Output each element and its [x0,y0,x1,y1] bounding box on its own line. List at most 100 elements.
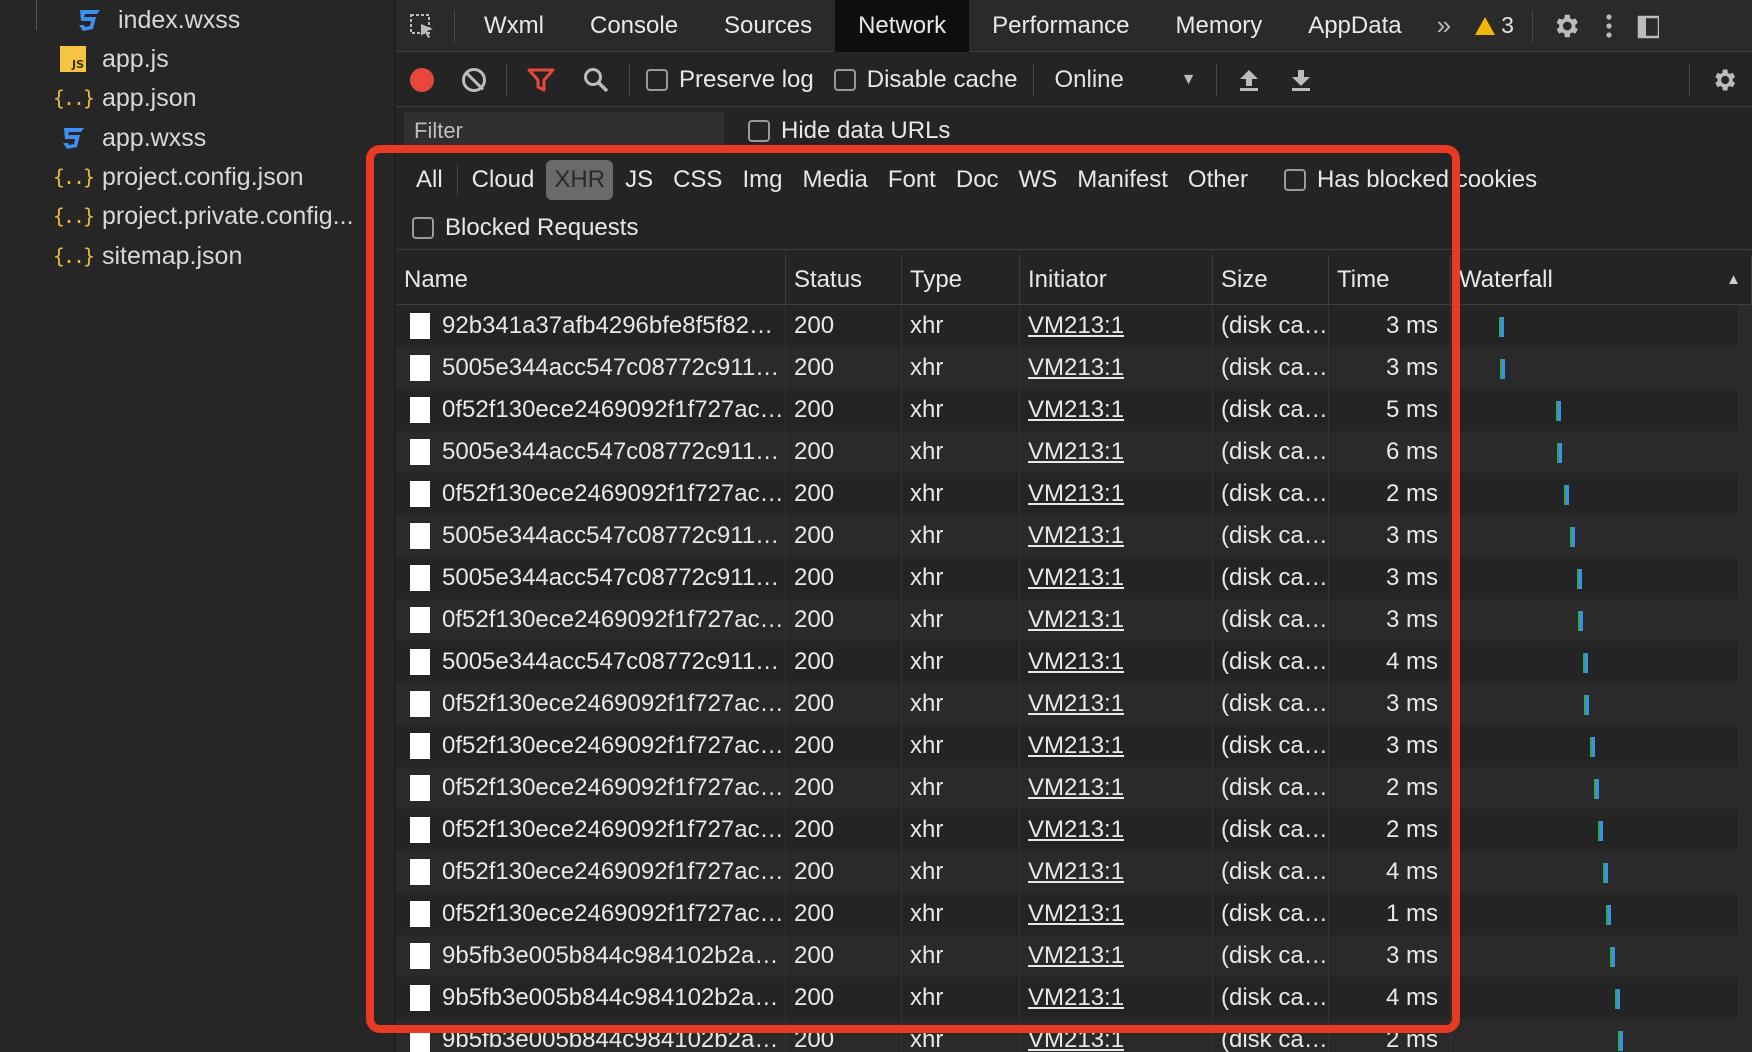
cell-initiator[interactable]: VM213:1 [1020,557,1213,599]
table-row[interactable]: 5005e344acc547c08772c91126… 200 xhr VM213:1… [396,515,1752,557]
filter-type-js[interactable]: JS [617,160,661,200]
filter-type-font[interactable]: Font [880,160,944,200]
hide-data-urls-checkbox[interactable]: Hide data URLs [738,117,960,145]
cell-initiator[interactable]: VM213:1 [1020,767,1213,809]
initiator-link[interactable]: VM213:1 [1028,858,1124,886]
has-blocked-cookies-checkbox[interactable]: Has blocked cookies [1274,166,1547,194]
column-header-time[interactable]: Time [1329,255,1451,304]
cell-initiator[interactable]: VM213:1 [1020,305,1213,347]
initiator-link[interactable]: VM213:1 [1028,522,1124,550]
table-row[interactable]: 5005e344acc547c08772c91126… 200 xhr VM213:1… [396,347,1752,389]
inspect-element-button[interactable] [396,0,448,52]
tab-sources[interactable]: Sources [701,0,835,52]
file-tree-item[interactable]: {..} project.private.config... [53,196,354,236]
table-row[interactable]: 5005e344acc547c08772c91126… 200 xhr VM213:1… [396,557,1752,599]
settings-button[interactable] [1539,0,1593,52]
file-tree-item[interactable]: {..} project.config.json [53,157,304,197]
initiator-link[interactable]: VM213:1 [1028,648,1124,676]
initiator-link[interactable]: VM213:1 [1028,312,1124,340]
initiator-link[interactable]: VM213:1 [1028,774,1124,802]
table-row[interactable]: 92b341a37afb4296bfe8f5f82b94… 200 xhr VM213… [396,305,1752,347]
initiator-link[interactable]: VM213:1 [1028,564,1124,592]
blocked-requests-checkbox[interactable]: Blocked Requests [402,214,648,242]
tab-memory[interactable]: Memory [1153,0,1286,52]
table-row[interactable]: 5005e344acc547c08772c91126… 200 xhr VM213:1… [396,641,1752,683]
cell-initiator[interactable]: VM213:1 [1020,725,1213,767]
initiator-link[interactable]: VM213:1 [1028,984,1124,1012]
tab-performance[interactable]: Performance [969,0,1152,52]
initiator-link[interactable]: VM213:1 [1028,900,1124,928]
cell-initiator[interactable]: VM213:1 [1020,431,1213,473]
cell-initiator[interactable]: VM213:1 [1020,515,1213,557]
filter-type-other[interactable]: Other [1180,160,1256,200]
table-row[interactable]: 0f52f130ece2469092f1f727ac39… 200 xhr VM213… [396,389,1752,431]
warnings-badge[interactable]: 3 [1463,0,1526,52]
table-row[interactable]: 9b5fb3e005b844c984102b2a88… 200 xhr VM213:1… [396,935,1752,977]
customize-menu-button[interactable] [1593,0,1625,52]
initiator-link[interactable]: VM213:1 [1028,942,1124,970]
filter-type-all[interactable]: All [408,160,451,200]
initiator-link[interactable]: VM213:1 [1028,606,1124,634]
file-tree-item[interactable]: index.wxss [74,0,240,40]
table-row[interactable]: 0f52f130ece2469092f1f727ac39… 200 xhr VM213… [396,683,1752,725]
table-row[interactable]: 0f52f130ece2469092f1f727ac39… 200 xhr VM213… [396,473,1752,515]
cell-initiator[interactable]: VM213:1 [1020,935,1213,977]
column-header-initiator[interactable]: Initiator [1020,255,1213,304]
throttling-select[interactable]: Online ▼ [1040,66,1210,94]
cell-initiator[interactable]: VM213:1 [1020,977,1213,1019]
table-scrollbar[interactable] [1738,305,1752,1052]
table-row[interactable]: 0f52f130ece2469092f1f727ac39… 200 xhr VM213… [396,767,1752,809]
table-row[interactable]: 5005e344acc547c08772c91126… 200 xhr VM213:1… [396,431,1752,473]
filter-type-css[interactable]: CSS [665,160,730,200]
tab-wxml[interactable]: Wxml [461,0,567,52]
record-button[interactable] [396,53,448,107]
table-row[interactable]: 0f52f130ece2469092f1f727ac39… 200 xhr VM213… [396,725,1752,767]
filter-type-img[interactable]: Img [734,160,790,200]
cell-initiator[interactable]: VM213:1 [1020,389,1213,431]
tab-appdata[interactable]: AppData [1285,0,1424,52]
table-row[interactable]: 0f52f130ece2469092f1f727ac39… 200 xhr VM213… [396,893,1752,935]
tab-console[interactable]: Console [567,0,701,52]
import-har-button[interactable] [1223,53,1275,107]
cell-initiator[interactable]: VM213:1 [1020,683,1213,725]
initiator-link[interactable]: VM213:1 [1028,1026,1124,1052]
initiator-link[interactable]: VM213:1 [1028,480,1124,508]
filter-type-ws[interactable]: WS [1011,160,1066,200]
table-row[interactable]: 0f52f130ece2469092f1f727ac39… 200 xhr VM213… [396,599,1752,641]
initiator-link[interactable]: VM213:1 [1028,354,1124,382]
table-row[interactable]: 0f52f130ece2469092f1f727ac39… 200 xhr VM213… [396,851,1752,893]
filter-type-xhr[interactable]: XHR [546,160,614,200]
cell-initiator[interactable]: VM213:1 [1020,851,1213,893]
initiator-link[interactable]: VM213:1 [1028,690,1124,718]
initiator-link[interactable]: VM213:1 [1028,396,1124,424]
file-tree-item[interactable]: {..} app.json [53,78,197,118]
network-settings-button[interactable] [1696,53,1752,107]
column-header-type[interactable]: Type [902,255,1020,304]
table-row[interactable]: 9b5fb3e005b844c984102b2a88… 200 xhr VM213:1… [396,977,1752,1019]
filter-type-cloud[interactable]: Cloud [464,160,543,200]
tab-network[interactable]: Network [835,0,970,52]
initiator-link[interactable]: VM213:1 [1028,438,1124,466]
column-header-status[interactable]: Status [786,255,902,304]
initiator-link[interactable]: VM213:1 [1028,816,1124,844]
table-row[interactable]: 9b5fb3e005b844c984102b2a88… 200 xhr VM213:1… [396,1019,1752,1052]
filter-input[interactable]: Filter [404,112,724,150]
cell-initiator[interactable]: VM213:1 [1020,893,1213,935]
more-tabs-button[interactable]: » [1425,0,1463,52]
clear-button[interactable] [448,53,500,107]
column-header-waterfall[interactable]: Waterfall ▲ [1451,255,1752,304]
initiator-link[interactable]: VM213:1 [1028,732,1124,760]
export-har-button[interactable] [1275,53,1327,107]
cell-initiator[interactable]: VM213:1 [1020,1019,1213,1052]
column-header-name[interactable]: Name [396,255,786,304]
column-header-size[interactable]: Size [1213,255,1329,304]
cell-initiator[interactable]: VM213:1 [1020,473,1213,515]
filter-toggle-button[interactable] [513,53,569,107]
file-tree-item[interactable]: {..} sitemap.json [53,236,242,276]
cell-initiator[interactable]: VM213:1 [1020,641,1213,683]
filter-type-media[interactable]: Media [794,160,875,200]
table-row[interactable]: 0f52f130ece2469092f1f727ac39… 200 xhr VM213… [396,809,1752,851]
filter-type-manifest[interactable]: Manifest [1069,160,1176,200]
disable-cache-checkbox[interactable]: Disable cache [824,66,1028,94]
dock-side-button[interactable] [1625,0,1671,52]
